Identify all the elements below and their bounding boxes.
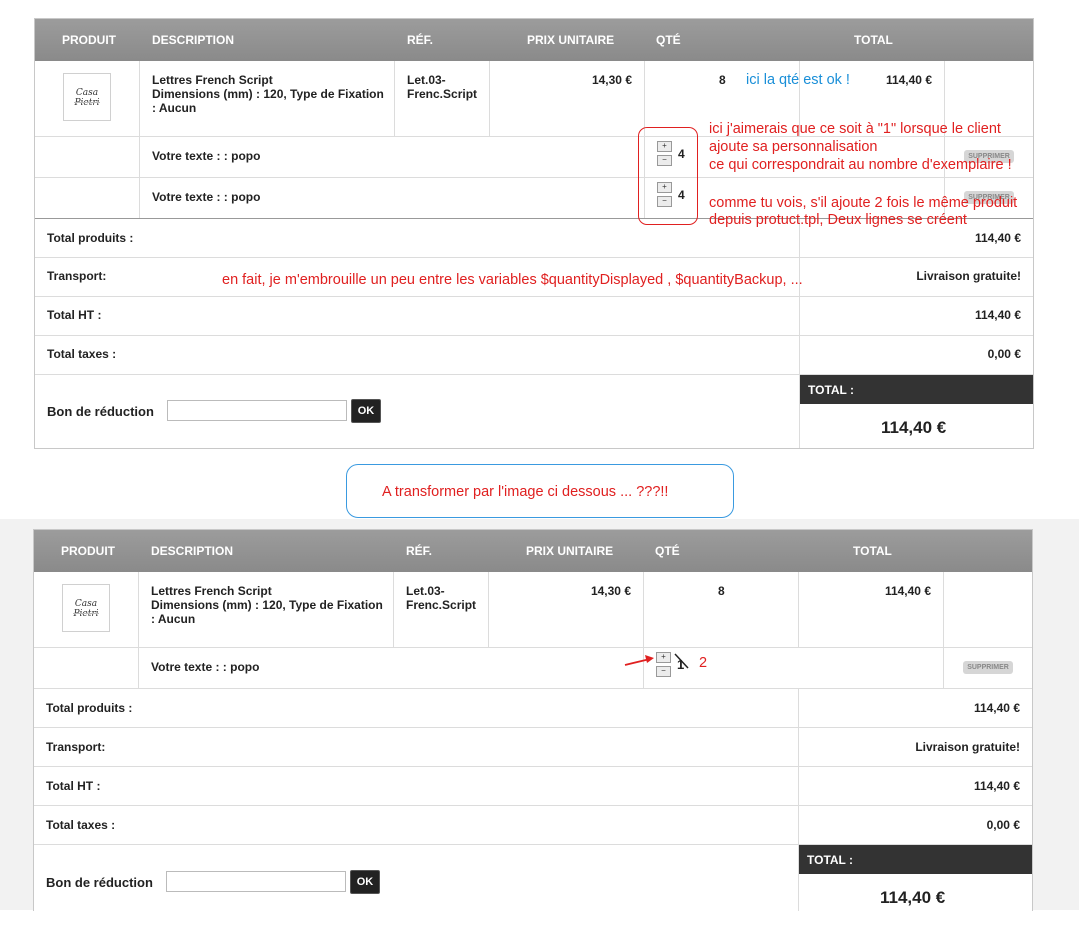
transport-value: Livraison gratuite! xyxy=(916,269,1021,283)
custom-text-label: Votre texte : : popo xyxy=(152,149,261,163)
product-unit-price: 14,30 € xyxy=(590,584,631,598)
product-qty: 8 xyxy=(718,584,725,598)
product-ref-2: Frenc.Script xyxy=(406,598,477,612)
total-bar-label: TOTAL : xyxy=(807,853,853,867)
product-thumbnail[interactable]: Casa Pietri xyxy=(63,73,111,121)
col-description: DESCRIPTION xyxy=(152,33,235,47)
coupon-input[interactable] xyxy=(167,400,347,421)
annotation-variables: en fait, je m'embrouille un peu entre le… xyxy=(222,272,803,288)
annotation-line-5: depuis protuct.tpl, Deux lignes se créen… xyxy=(709,212,967,228)
product-details: Dimensions (mm) : 120, Type de Fixation xyxy=(152,87,384,101)
col-prix: PRIX UNITAIRE xyxy=(527,33,615,47)
product-unit-price: 14,30 € xyxy=(591,73,632,87)
total-taxes-value: 0,00 € xyxy=(986,818,1020,832)
product-name[interactable]: Lettres French Script xyxy=(152,73,273,87)
total-bar-label: TOTAL : xyxy=(808,383,854,397)
total-produits-label: Total produits : xyxy=(47,231,134,245)
total-bar: TOTAL : xyxy=(800,375,1033,404)
qty-minus-button[interactable]: − xyxy=(656,666,671,677)
product-details: Dimensions (mm) : 120, Type de Fixation xyxy=(151,598,383,612)
grand-total: 114,40 € xyxy=(881,418,947,437)
annotation-qty-ok: ici la qté est ok ! xyxy=(746,72,850,88)
annotation-highlight-box xyxy=(638,127,698,225)
coupon-ok-button[interactable]: OK xyxy=(351,399,381,423)
col-description: DESCRIPTION xyxy=(151,544,234,558)
col-produit: PRODUIT xyxy=(62,33,116,47)
logo-text: Casa Pietri xyxy=(74,88,100,108)
transport-label: Transport: xyxy=(46,740,106,754)
col-prix: PRIX UNITAIRE xyxy=(526,544,614,558)
product-ref-2: Frenc.Script xyxy=(407,87,478,101)
cart-header: PRODUIT DESCRIPTION RÉF. PRIX UNITAIRE Q… xyxy=(34,530,1032,572)
cart-panel-bottom: PRODUIT DESCRIPTION RÉF. PRIX UNITAIRE Q… xyxy=(33,529,1033,911)
total-ht-label: Total HT : xyxy=(47,308,102,322)
coupon-ok-button[interactable]: OK xyxy=(350,870,380,894)
cart-header: PRODUIT DESCRIPTION RÉF. PRIX UNITAIRE Q… xyxy=(35,19,1033,61)
logo-text: Casa Pietri xyxy=(73,599,99,619)
product-total: 114,40 € xyxy=(885,73,932,87)
custom-text-label: Votre texte : : popo xyxy=(151,660,260,674)
cart-panel-top: PRODUIT DESCRIPTION RÉF. PRIX UNITAIRE Q… xyxy=(34,18,1034,449)
product-qty: 8 xyxy=(719,73,726,87)
col-produit: PRODUIT xyxy=(61,544,115,558)
transport-label: Transport: xyxy=(47,269,107,283)
col-ref: RÉF. xyxy=(406,544,433,558)
product-ref-1: Let.03- xyxy=(407,73,446,87)
total-ht-value: 114,40 € xyxy=(974,308,1021,322)
custom-qty-struck[interactable]: 1 xyxy=(677,657,684,672)
qty-plus-button[interactable]: + xyxy=(656,652,671,663)
annotation-correction: 2 xyxy=(699,655,708,671)
total-taxes-label: Total taxes : xyxy=(46,818,116,832)
total-bar: TOTAL : xyxy=(799,845,1032,874)
coupon-label: Bon de réduction xyxy=(46,875,153,890)
annotation-transform: A transformer par l'image ci dessous ...… xyxy=(382,484,669,500)
coupon-input[interactable] xyxy=(166,871,346,892)
col-qte: QTÉ xyxy=(655,544,680,558)
product-details-2: : Aucun xyxy=(152,101,197,115)
annotation-line-3: ce qui correspondrait au nombre d'exempl… xyxy=(709,157,1012,173)
total-produits-value: 114,40 € xyxy=(974,231,1021,245)
coupon-label: Bon de réduction xyxy=(47,404,154,419)
product-ref-1: Let.03- xyxy=(406,584,445,598)
total-produits-label: Total produits : xyxy=(46,701,133,715)
total-produits-value: 114,40 € xyxy=(973,701,1020,715)
product-thumbnail[interactable]: Casa Pietri xyxy=(62,584,110,632)
product-details-2: : Aucun xyxy=(151,612,196,626)
transport-value: Livraison gratuite! xyxy=(915,740,1020,754)
grand-total: 114,40 € xyxy=(880,888,946,907)
total-ht-value: 114,40 € xyxy=(973,779,1020,793)
product-name[interactable]: Lettres French Script xyxy=(151,584,272,598)
col-ref: RÉF. xyxy=(407,33,434,47)
annotation-line-1: ici j'aimerais que ce soit à "1" lorsque… xyxy=(709,121,1001,137)
total-taxes-label: Total taxes : xyxy=(47,347,117,361)
annotation-line-4: comme tu vois, s'il ajoute 2 fois le mêm… xyxy=(709,195,1018,211)
custom-text-label: Votre texte : : popo xyxy=(152,190,261,204)
delete-button[interactable]: SUPPRIMER xyxy=(963,661,1013,674)
col-total: TOTAL xyxy=(854,33,893,47)
total-ht-label: Total HT : xyxy=(46,779,101,793)
total-taxes-value: 0,00 € xyxy=(987,347,1021,361)
col-total: TOTAL xyxy=(853,544,892,558)
product-total: 114,40 € xyxy=(884,584,931,598)
annotation-line-2: ajoute sa personnalisation xyxy=(709,139,878,155)
col-qte: QTÉ xyxy=(656,33,681,47)
